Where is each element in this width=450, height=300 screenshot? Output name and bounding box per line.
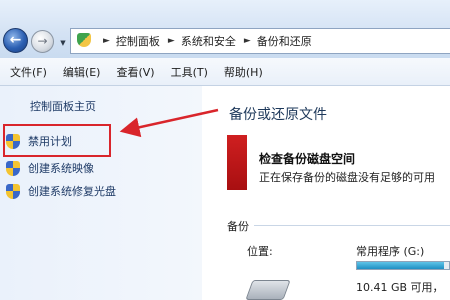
task-disable-schedule[interactable]: 禁用计划 bbox=[6, 133, 72, 149]
forward-button[interactable]: → bbox=[31, 30, 54, 53]
location-label: 位置: bbox=[247, 245, 273, 258]
menu-edit[interactable]: 编辑(E) bbox=[63, 64, 101, 80]
drive-free-space: 10.41 GB 可用， bbox=[356, 281, 444, 294]
chevron-right-icon[interactable]: ► bbox=[103, 36, 110, 46]
control-panel-home-link[interactable]: 控制面板主页 bbox=[30, 98, 96, 114]
task-create-system-image[interactable]: 创建系统映像 bbox=[6, 160, 94, 176]
alert-title: 检查备份磁盘空间 bbox=[259, 152, 356, 166]
chevron-right-icon[interactable]: ► bbox=[168, 36, 175, 46]
backup-section-label: 备份 bbox=[227, 220, 249, 233]
menu-bar: 文件(F) 编辑(E) 查看(V) 工具(T) 帮助(H) bbox=[0, 58, 450, 86]
drive-name: 常用程序 (G:) bbox=[356, 245, 425, 258]
task-label: 创建系统映像 bbox=[28, 162, 94, 175]
backup-space-alert[interactable]: 检查备份磁盘空间 正在保存备份的磁盘没有足够的可用 bbox=[227, 135, 450, 190]
breadcrumb-control-panel[interactable]: 控制面板 bbox=[116, 33, 160, 49]
left-task-pane: 控制面板主页 禁用计划 创建系统映像 创建系统修复光盘 bbox=[0, 86, 202, 300]
section-divider bbox=[254, 225, 450, 226]
menu-view[interactable]: 查看(V) bbox=[116, 64, 154, 80]
page-title: 备份或还原文件 bbox=[229, 107, 327, 123]
task-create-repair-disc[interactable]: 创建系统修复光盘 bbox=[6, 183, 116, 199]
breadcrumb-system-security[interactable]: 系统和安全 bbox=[181, 33, 236, 49]
breadcrumb[interactable]: ► 控制面板 ► 系统和安全 ► 备份和还原 bbox=[70, 28, 450, 54]
uac-shield-icon bbox=[6, 133, 20, 149]
recent-pages-dropdown-icon[interactable]: ▼ bbox=[58, 38, 68, 48]
menu-tools[interactable]: 工具(T) bbox=[171, 64, 208, 80]
menu-file[interactable]: 文件(F) bbox=[10, 64, 47, 80]
back-button[interactable]: ← bbox=[3, 28, 28, 53]
alert-text: 正在保存备份的磁盘没有足够的可用 bbox=[259, 171, 435, 184]
main-content-pane: 备份或还原文件 检查备份磁盘空间 正在保存备份的磁盘没有足够的可用 备份 位置:… bbox=[202, 86, 450, 300]
menu-help[interactable]: 帮助(H) bbox=[224, 64, 263, 80]
task-label: 禁用计划 bbox=[28, 135, 72, 148]
drive-icon bbox=[245, 280, 291, 300]
uac-shield-icon bbox=[6, 160, 20, 176]
address-bar-region: ← → ▼ ► 控制面板 ► 系统和安全 ► 备份和还原 bbox=[0, 0, 450, 58]
breadcrumb-backup-restore[interactable]: 备份和还原 bbox=[257, 33, 312, 49]
chevron-right-icon[interactable]: ► bbox=[244, 36, 251, 46]
control-panel-icon bbox=[75, 31, 95, 51]
drive-usage-bar bbox=[356, 261, 450, 270]
uac-shield-icon bbox=[6, 183, 20, 199]
alert-bar bbox=[227, 135, 247, 190]
task-label: 创建系统修复光盘 bbox=[28, 185, 116, 198]
drive-usage-fill bbox=[357, 262, 445, 269]
